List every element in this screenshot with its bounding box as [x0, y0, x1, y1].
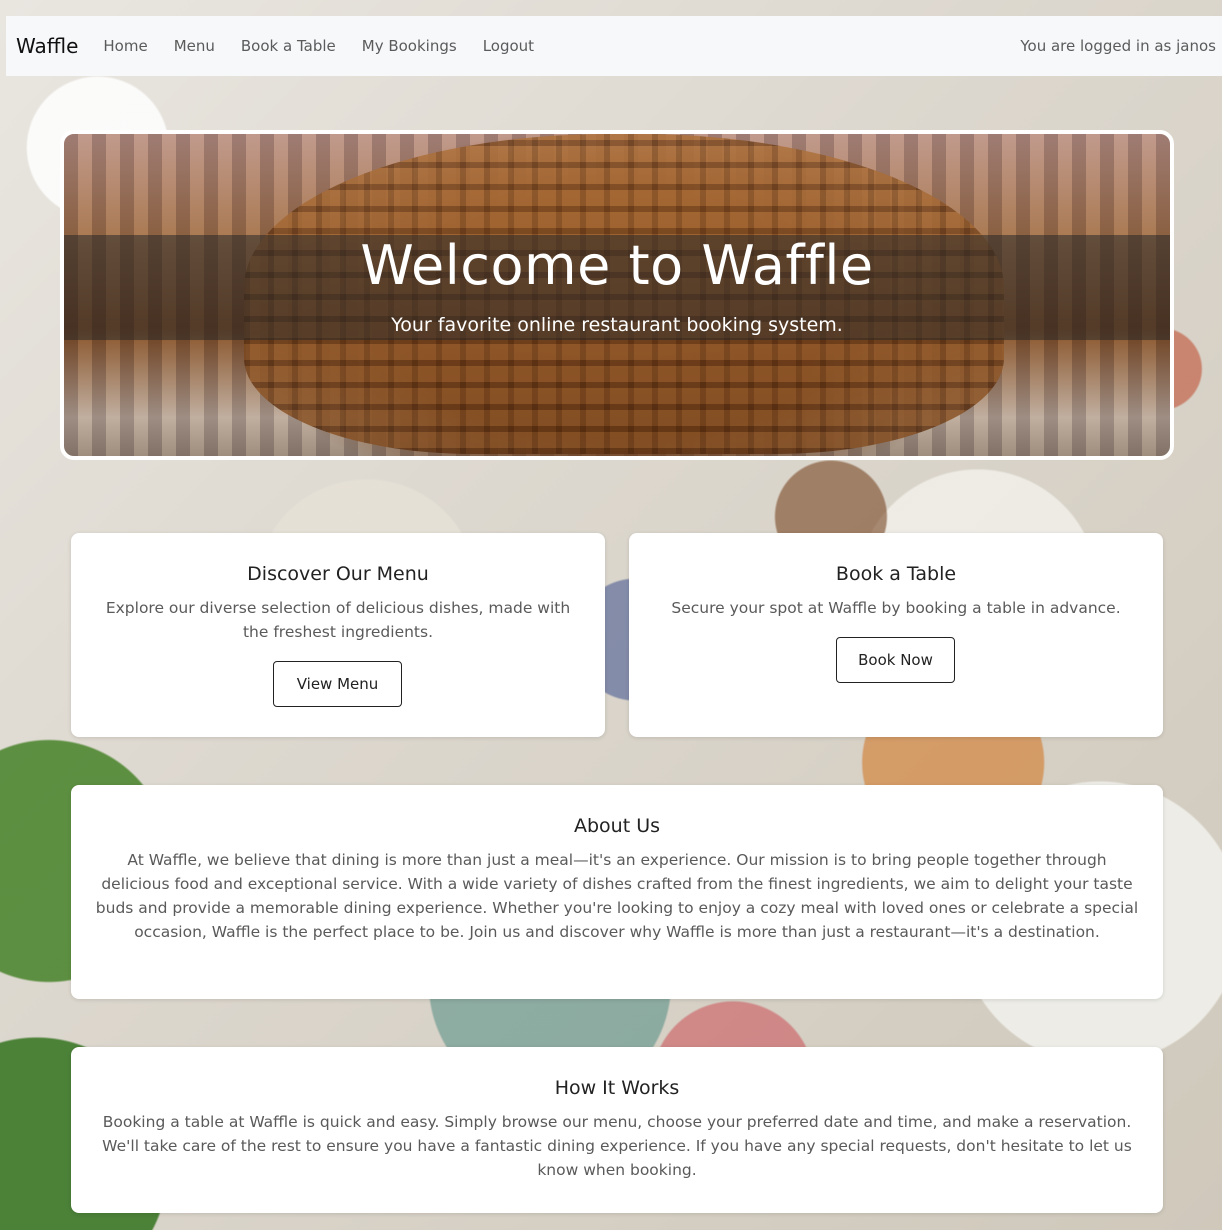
hero-title: Welcome to Waffle	[360, 234, 874, 297]
navbar: Waffle Home Menu Book a Table My Booking…	[6, 16, 1222, 76]
card-text: Explore our diverse selection of delicio…	[105, 599, 571, 641]
book-now-button[interactable]: Book Now	[836, 637, 955, 683]
card-title: Discover Our Menu	[247, 563, 429, 585]
card-title: How It Works	[554, 1077, 680, 1099]
book-table-card: Book a Table Secure your spot at Waffle …	[629, 533, 1163, 737]
card-title: Book a Table	[835, 563, 957, 585]
nav-my-bookings[interactable]: My Bookings	[362, 37, 457, 55]
view-menu-button[interactable]: View Menu	[273, 661, 402, 707]
logged-in-user-text: You are logged in as janos	[1020, 37, 1216, 55]
nav-book-table[interactable]: Book a Table	[241, 37, 336, 55]
discover-menu-card: Discover Our Menu Explore our diverse se…	[71, 533, 605, 737]
card-title: About Us	[573, 815, 661, 837]
brand-logo[interactable]: Waffle	[16, 34, 78, 58]
hero-banner: Welcome to Waffle Your favorite online r…	[60, 130, 1174, 460]
hero-subtitle: Your favorite online restaurant booking …	[391, 314, 843, 336]
card-text: Secure your spot at Waffle by booking a …	[671, 599, 1121, 617]
nav-logout[interactable]: Logout	[483, 37, 534, 55]
card-text: Booking a table at Waffle is quick and e…	[102, 1113, 1132, 1179]
card-text: At Waffle, we believe that dining is mor…	[95, 851, 1139, 941]
nav-menu[interactable]: Menu	[174, 37, 215, 55]
how-it-works-card: How It Works Booking a table at Waffle i…	[71, 1047, 1163, 1213]
nav-home[interactable]: Home	[103, 37, 147, 55]
about-us-card: About Us At Waffle, we believe that dini…	[71, 785, 1163, 999]
